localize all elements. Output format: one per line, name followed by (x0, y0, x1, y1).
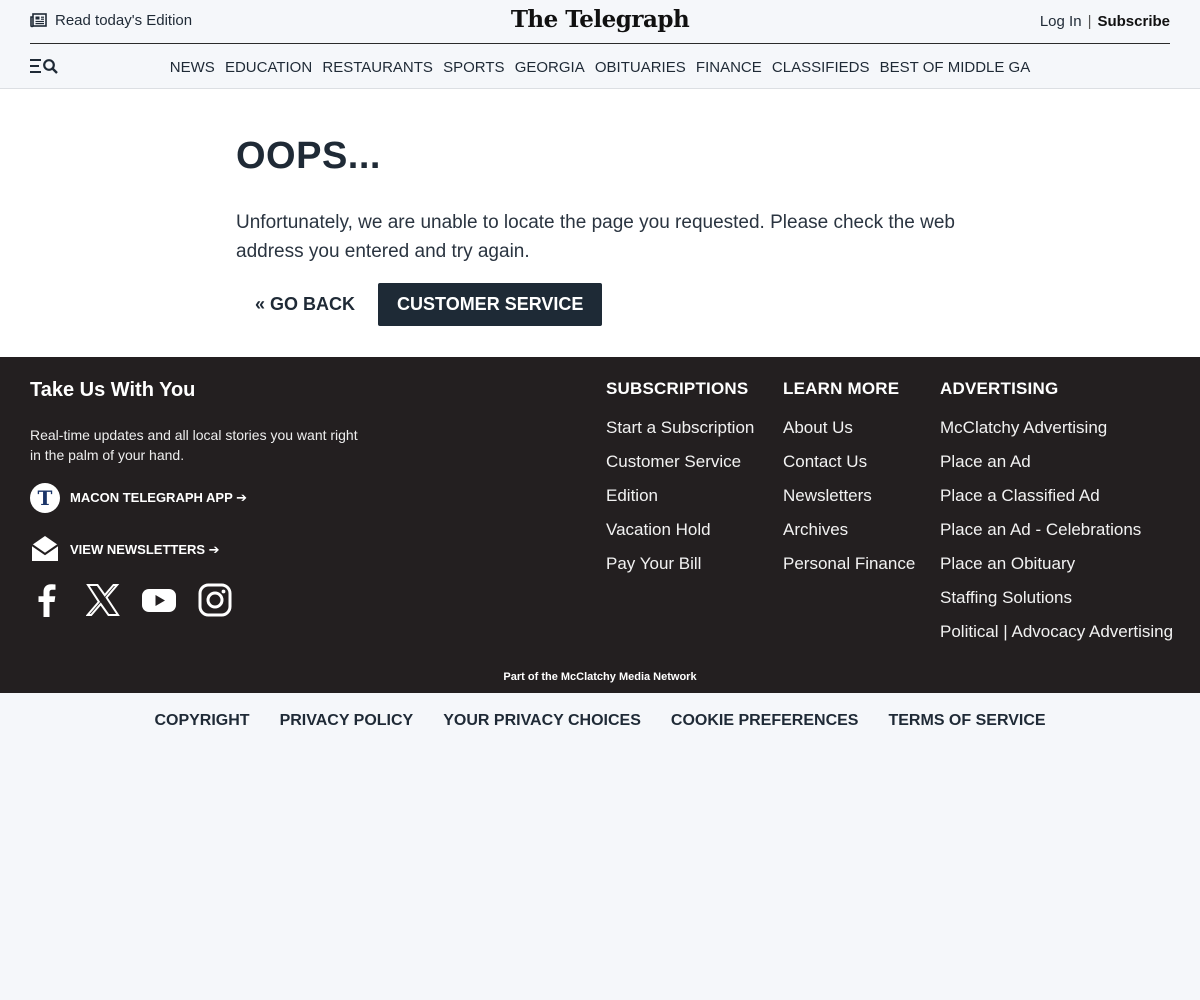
footer-link[interactable]: Edition (606, 479, 754, 513)
social-links (30, 583, 232, 622)
error-title: OOPS... (236, 135, 381, 177)
error-actions: « GO BACK CUSTOMER SERVICE (236, 283, 976, 326)
footer-link[interactable]: Personal Finance (783, 547, 915, 581)
nav-item-finance[interactable]: FINANCE (696, 59, 762, 76)
take-us-title: Take Us With You (30, 379, 196, 401)
footer-link[interactable]: Customer Service (606, 445, 754, 479)
footer-link[interactable]: Place a Classified Ad (940, 479, 1173, 513)
terms-of-service-link[interactable]: TERMS OF SERVICE (888, 712, 1045, 730)
telegraph-app-icon: T (30, 483, 60, 513)
error-message: Unfortunately, we are unable to locate t… (236, 212, 955, 262)
footer-link[interactable]: Vacation Hold (606, 513, 754, 547)
take-us-description: Real-time updates and all local stories … (30, 427, 358, 463)
footer-col-advertising: ADVERTISING McClatchy Advertising Place … (940, 379, 1173, 649)
footer-link[interactable]: Place an Obituary (940, 547, 1173, 581)
nav-item-classifieds[interactable]: CLASSIFIEDS (772, 59, 870, 76)
edition-link[interactable]: Read today's Edition (30, 12, 192, 29)
x-icon[interactable] (85, 583, 120, 622)
newsletters-link-label: VIEW NEWSLETTERS ➔ (70, 541, 220, 557)
footer-link[interactable]: Place an Ad (940, 445, 1173, 479)
error-content: OOPS... Unfortunately, we are unable to … (236, 135, 976, 326)
edition-label: Read today's Edition (55, 12, 193, 29)
footer-link[interactable]: About Us (783, 411, 915, 445)
facebook-icon[interactable] (30, 583, 64, 622)
auth-links: Log In | Subscribe (1040, 13, 1170, 30)
top-bar: Read today's Edition The Telegraph Log I… (30, 0, 1170, 44)
app-link[interactable]: T MACON TELEGRAPH APP ➔ (30, 483, 247, 513)
instagram-icon[interactable] (198, 583, 232, 622)
footer-link[interactable]: Start a Subscription (606, 411, 754, 445)
cookie-preferences-link[interactable]: COOKIE PREFERENCES (671, 712, 859, 730)
newsletters-link[interactable]: VIEW NEWSLETTERS ➔ (30, 533, 220, 566)
app-link-label: MACON TELEGRAPH APP ➔ (70, 490, 248, 505)
nav-item-education[interactable]: EDUCATION (225, 59, 312, 76)
footer-link[interactable]: Staffing Solutions (940, 581, 1173, 615)
customer-service-button[interactable]: CUSTOMER SERVICE (378, 283, 603, 326)
youtube-icon[interactable] (142, 583, 176, 622)
go-back-link[interactable]: « GO BACK (255, 294, 355, 315)
auth-separator: | (1087, 13, 1092, 30)
learn-more-heading: LEARN MORE (783, 379, 900, 398)
privacy-policy-link[interactable]: PRIVACY POLICY (280, 712, 414, 730)
footer-col-learn-more: LEARN MORE About Us Contact Us Newslette… (783, 379, 915, 581)
nav-item-news[interactable]: NEWS (170, 59, 215, 76)
footer-link[interactable]: Political | Advocacy Advertising (940, 615, 1173, 649)
nav-item-best-of-middle-ga[interactable]: BEST OF MIDDLE GA (880, 59, 1031, 76)
subscribe-link[interactable]: Subscribe (1097, 13, 1170, 30)
envelope-icon (30, 533, 60, 566)
nav-item-restaurants[interactable]: RESTAURANTS (322, 59, 433, 76)
error-section: OOPS... Unfortunately, we are unable to … (0, 89, 1200, 357)
footer-link[interactable]: Archives (783, 513, 915, 547)
login-link[interactable]: Log In (1040, 13, 1082, 30)
footer-col-subscriptions: SUBSCRIPTIONS Start a Subscription Custo… (606, 379, 754, 581)
footer-link[interactable]: Pay Your Bill (606, 547, 754, 581)
nav-item-georgia[interactable]: GEORGIA (515, 59, 585, 76)
footer-link[interactable]: Newsletters (783, 479, 915, 513)
site-logo[interactable]: The Telegraph (511, 6, 690, 33)
copyright-link[interactable]: COPYRIGHT (154, 712, 249, 730)
nav-item-sports[interactable]: SPORTS (443, 59, 504, 76)
footer-link[interactable]: Place an Ad - Celebrations (940, 513, 1173, 547)
nav-item-obituaries[interactable]: OBITUARIES (595, 59, 686, 76)
footer-link[interactable]: McClatchy Advertising (940, 411, 1173, 445)
privacy-choices-link[interactable]: YOUR PRIVACY CHOICES (443, 712, 641, 730)
newspaper-icon (30, 13, 47, 28)
nav-bar: NEWS EDUCATION RESTAURANTS SPORTS GEORGI… (0, 44, 1200, 89)
legal-links: COPYRIGHT PRIVACY POLICY YOUR PRIVACY CH… (0, 693, 1200, 749)
network-credit[interactable]: Part of the McClatchy Media Network (0, 671, 1200, 683)
main-nav: NEWS EDUCATION RESTAURANTS SPORTS GEORGI… (0, 59, 1200, 76)
site-footer: Take Us With You Real-time updates and a… (0, 357, 1200, 693)
advertising-heading: ADVERTISING (940, 379, 1059, 398)
subscriptions-heading: SUBSCRIPTIONS (606, 379, 749, 398)
footer-link[interactable]: Contact Us (783, 445, 915, 479)
